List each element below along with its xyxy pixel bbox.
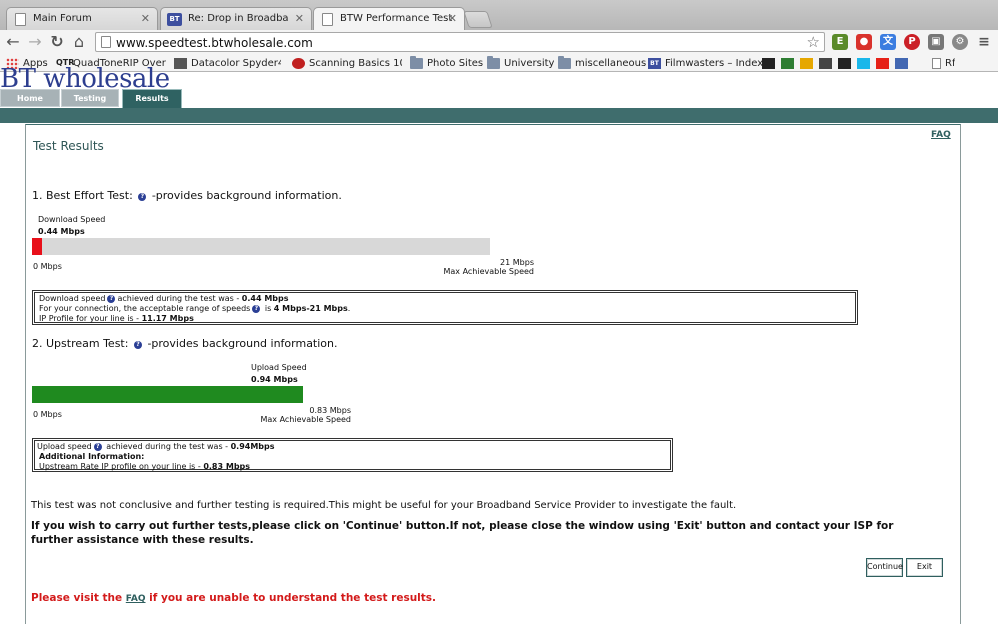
extension-screenshot-icon[interactable]: ▣ [928,34,944,50]
tab-strip: Main Forum ✕ BT Re: Drop in Broadband Sp… [0,0,998,31]
datacolor-icon [174,57,187,69]
page-icon [15,13,26,26]
bookmark-star-icon[interactable]: ☆ [807,33,820,51]
bookmark-icons-group[interactable] [762,56,908,70]
menu-icon[interactable]: ≡ [976,34,992,50]
download-info-line1: Download speed? achieved during the test … [39,294,289,303]
close-icon[interactable]: ✕ [448,12,457,25]
download-max-caption: Max Achievable Speed [443,267,534,276]
extension-translate-icon[interactable]: 文 [880,34,896,50]
download-max-label: 21 Mbps [500,258,534,267]
browser-toolbar: ← → ↻ ⌂ www.speedtest.btwholesale.com ☆ … [0,30,998,54]
extension-gear-icon[interactable]: ⚙ [952,34,968,50]
upstream-heading: 2. Upstream Test: ? -provides background… [32,337,338,350]
address-bar[interactable]: www.speedtest.btwholesale.com ☆ [95,32,825,52]
amazon-icon [838,57,851,69]
page-icon [101,36,111,48]
faq-footer: Please visit the FAQ if you are unable t… [31,592,437,604]
help-icon[interactable]: ? [107,295,116,303]
youtube-icon [876,57,889,69]
inconclusive-note: This test was not conclusive and further… [31,500,737,511]
exit-button[interactable]: Exit [906,558,943,577]
vimeo-icon [857,57,870,69]
facebook-icon [895,57,908,69]
close-icon[interactable]: ✕ [295,12,304,25]
upload-speed-value: 0.94 Mbps [251,375,298,384]
bt-icon: BT [167,13,182,26]
film-icon [819,57,832,69]
download-speed-value: 0.44 Mbps [38,227,85,236]
help-icon[interactable]: ? [133,341,142,349]
home-button[interactable]: ⌂ [69,32,89,52]
upload-info-line1: Upload speed? achieved during the test w… [37,442,275,451]
bt-icon: BT [648,57,661,69]
upload-max-label: 0.83 Mbps [309,406,351,415]
bookmark-photo-sites[interactable]: Photo Sites [410,56,483,70]
tab-broadband-thread[interactable]: BT Re: Drop in Broadband Spe ✕ [160,7,312,30]
folder-icon [410,56,423,69]
download-min-label: 0 Mbps [33,262,62,271]
best-effort-heading: 1. Best Effort Test: ? -provides backgro… [32,189,342,202]
page-icon [322,13,333,26]
extension-evernote-icon[interactable]: E [832,34,848,50]
back-button[interactable]: ← [3,32,23,52]
upload-info-line3: Upstream Rate IP profile on your line is… [39,462,251,471]
download-info-line3: IP Profile for your line is - 11.17 Mbps [39,314,194,323]
reload-button[interactable]: ↻ [47,32,67,52]
itv-icon [800,57,813,69]
folder-icon [487,56,500,69]
bookmark-datacolor[interactable]: Datacolor Spyder4 E [174,56,281,70]
bookmark-scanning-basics[interactable]: Scanning Basics 101 [292,56,402,70]
upload-info-box: Upload speed? achieved during the test w… [32,438,673,472]
download-speed-fill [32,238,42,255]
bookmark-rf[interactable]: Rf [932,56,955,70]
download-speed-label: Download Speed [38,215,106,224]
results-area: FAQ Test Results 1. Best Effort Test: ? … [0,72,998,624]
tab-main-forum[interactable]: Main Forum ✕ [6,7,158,30]
tab-label: Main Forum [33,13,92,24]
close-icon[interactable]: ✕ [141,12,150,25]
extension-pinterest-icon[interactable]: P [904,34,920,50]
upload-speed-label: Upload Speed [251,363,307,372]
browser-window: Main Forum ✕ BT Re: Drop in Broadband Sp… [0,0,998,624]
url-text: www.speedtest.btwholesale.com [116,36,313,50]
help-icon[interactable]: ? [252,305,261,313]
continue-button[interactable]: Continue [866,558,903,577]
download-info-box: Download speed? achieved during the test … [32,290,858,325]
tab-label: BTW Performance Test [340,13,453,24]
download-speed-bar [32,238,490,255]
tab-btw-performance-test[interactable]: BTW Performance Test ✕ [313,7,465,31]
help-icon[interactable]: ? [138,193,147,201]
upload-min-label: 0 Mbps [33,410,62,419]
bookmark-filmwasters[interactable]: BT Filmwasters – Index [648,56,763,70]
scanning-icon [292,57,305,69]
channel4-icon [781,57,794,69]
upload-max-caption: Max Achievable Speed [260,415,351,424]
help-icon[interactable]: ? [93,443,102,451]
bookmark-university[interactable]: University [487,56,554,70]
faq-footer-link[interactable]: FAQ [126,594,146,604]
page-icon [932,57,941,69]
download-info-line2: For your connection, the acceptable rang… [39,304,351,313]
folder-icon [558,56,571,69]
page-title: Test Results [33,139,104,153]
extension-adblock-icon[interactable]: ● [856,34,872,50]
bbc-icon [762,57,775,69]
new-tab-button[interactable] [463,11,493,28]
upload-speed-bar [32,386,303,403]
bookmark-miscellaneous[interactable]: miscellaneous [558,56,646,70]
tab-label: Re: Drop in Broadband Spe [188,13,288,24]
faq-link[interactable]: FAQ [931,130,951,140]
upload-info-line2: Additional Information: [39,452,145,461]
forward-button[interactable]: → [25,32,45,52]
instruction-text: If you wish to carry out further tests,p… [31,520,894,546]
upload-speed-fill [32,386,303,403]
